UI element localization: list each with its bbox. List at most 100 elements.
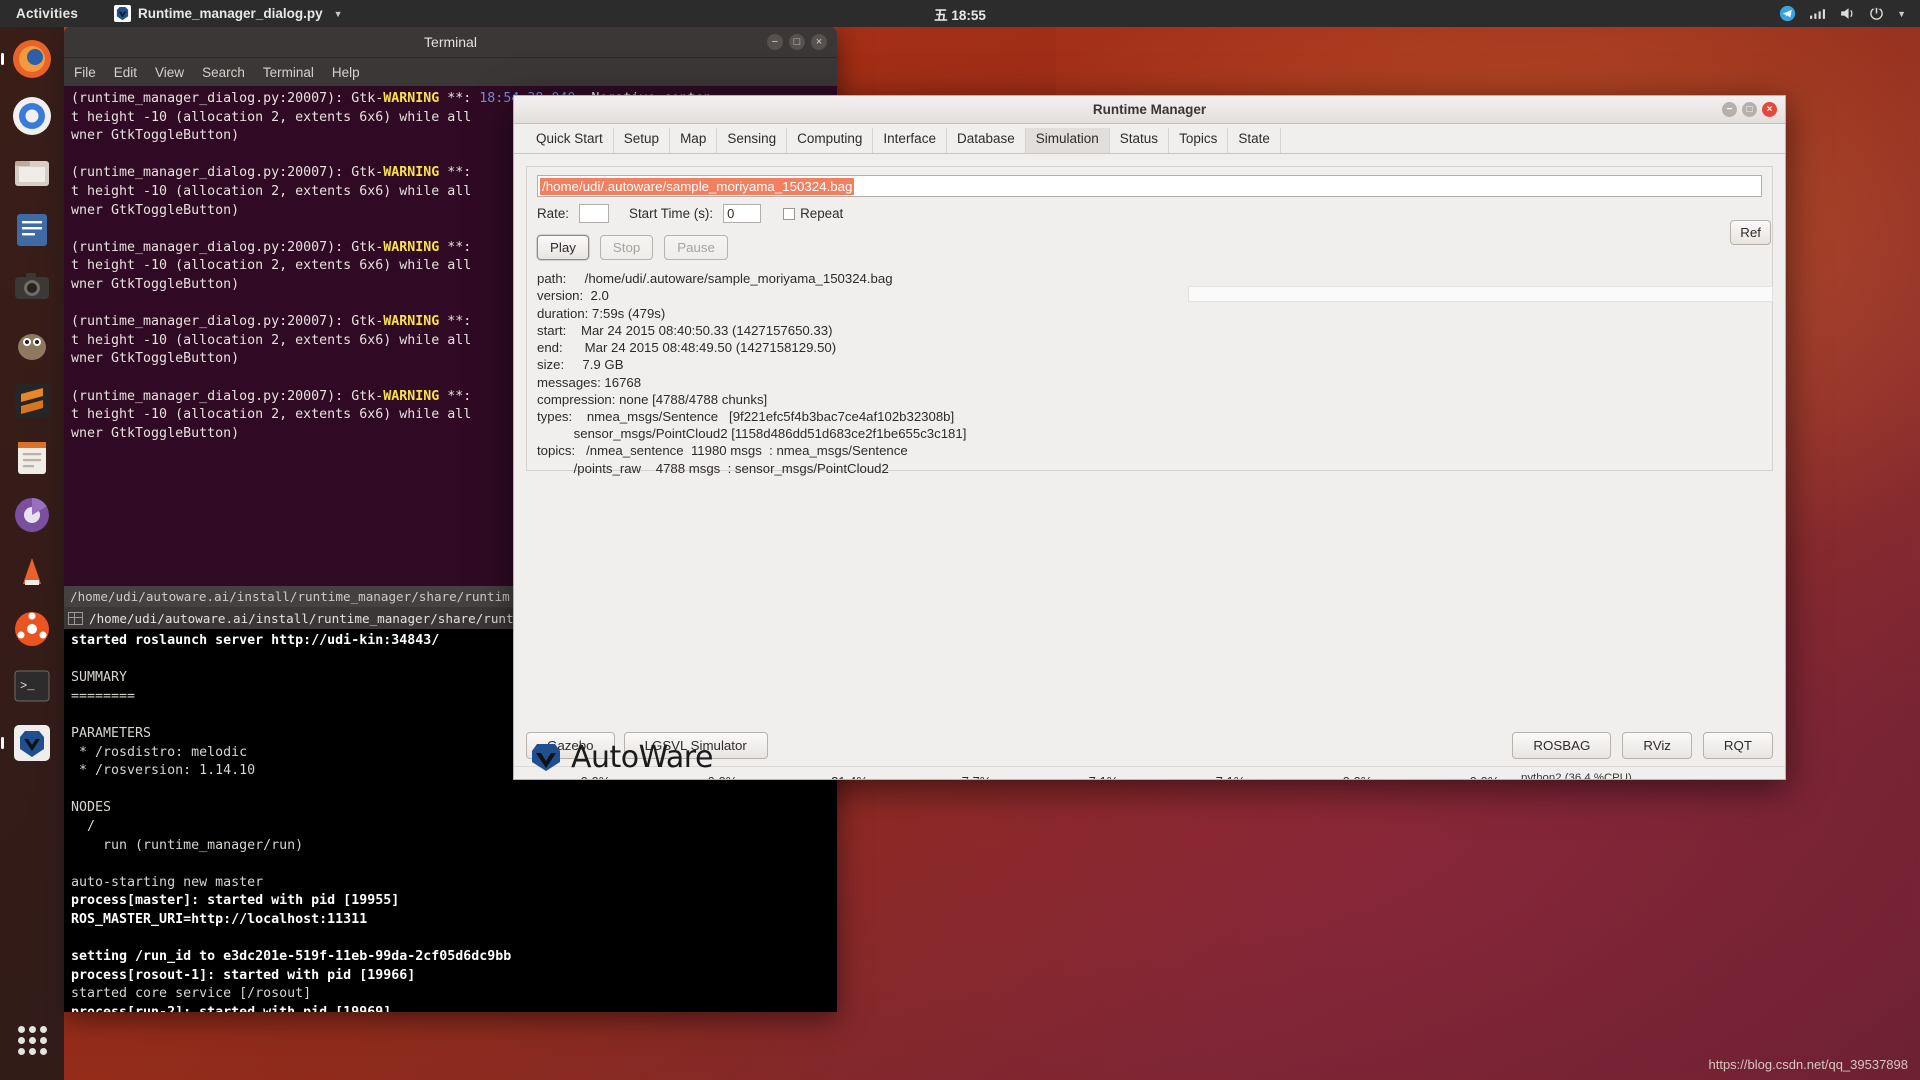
playback-progress-bar[interactable]	[1188, 286, 1773, 302]
clock[interactable]: 五 18:55	[934, 4, 986, 24]
minimize-icon[interactable]: −	[767, 34, 783, 50]
close-icon[interactable]: ×	[1762, 102, 1777, 117]
svg-text:>_: >_	[20, 679, 35, 693]
show-applications-icon[interactable]	[8, 1016, 56, 1064]
terminal-title: Terminal	[424, 34, 477, 50]
terminal-line: process[rosout-1]: started with pid [199…	[71, 967, 416, 983]
rviz-button[interactable]: RViz	[1622, 732, 1692, 760]
minimize-icon[interactable]: −	[1722, 102, 1737, 117]
dock-item-ubuntu-software[interactable]	[8, 605, 56, 653]
runtime-manager-tabbar[interactable]: Quick Start Setup Map Sensing Computing Inter…	[514, 124, 1785, 154]
terminal-line: process[run-2]: started with pid [19969]	[71, 1004, 832, 1012]
terminal-line: /	[71, 818, 96, 834]
tab-map[interactable]: Map	[670, 128, 718, 153]
rate-input[interactable]	[579, 204, 610, 223]
rosbag-button[interactable]: ROSBAG	[1512, 732, 1612, 760]
menu-view[interactable]: View	[155, 65, 184, 80]
network-icon[interactable]	[1809, 7, 1826, 20]
pause-button[interactable]: Pause	[664, 235, 728, 261]
top-panel: Activities Runtime_manager_dialog.py ▼ 五…	[0, 0, 1920, 27]
stop-button[interactable]: Stop	[599, 235, 654, 261]
chevron-down-icon[interactable]: ▼	[334, 9, 343, 19]
volume-icon[interactable]	[1839, 6, 1856, 21]
watermark: https://blog.csdn.net/qq_39537898	[1708, 1057, 1909, 1072]
runtime-manager-content: /home/udi/.autoware/sample_moriyama_1503…	[514, 154, 1785, 779]
close-icon[interactable]: ×	[811, 34, 827, 50]
playback-options-row: Rate: Start Time (s): 0 Repeat	[527, 197, 1772, 223]
terminal-window-controls[interactable]: − □ ×	[767, 34, 827, 50]
dock-item-autoware[interactable]	[8, 719, 56, 767]
bag-info-line: types: nmea_msgs/Sentence [9f221efc5f4b3…	[537, 408, 955, 424]
dock-item-sublime-text[interactable]	[8, 377, 56, 425]
menu-edit[interactable]: Edit	[114, 65, 137, 80]
maximize-icon[interactable]: □	[789, 34, 805, 50]
autoware-logo-icon	[532, 744, 560, 771]
terminal-tab-icon	[68, 611, 83, 625]
bag-info-line: sensor_msgs/PointCloud2 [1158d486dd51d68…	[537, 426, 967, 442]
play-button[interactable]: Play	[537, 235, 589, 261]
cpu-percent-label: 7.1%	[1089, 774, 1119, 779]
tab-interface[interactable]: Interface	[873, 128, 947, 153]
power-icon[interactable]	[1869, 6, 1884, 21]
dock-item-firefox[interactable]	[8, 35, 56, 83]
start-time-input[interactable]: 0	[723, 204, 762, 223]
dock-item-notes[interactable]	[8, 434, 56, 482]
autoware-icon	[114, 5, 132, 22]
cpu-percent-label: 0.0%	[1470, 774, 1500, 779]
launcher-dock[interactable]: >_	[0, 27, 64, 1080]
bag-info-line: duration: 7:59s (479s)	[537, 305, 666, 321]
telegram-icon[interactable]	[1779, 5, 1796, 22]
dock-item-vlc[interactable]	[8, 548, 56, 596]
tab-setup[interactable]: Setup	[614, 128, 671, 153]
dock-item-text-editor[interactable]	[8, 206, 56, 254]
cpu-percent-label: 7.7%	[962, 774, 992, 779]
runtime-manager-window-controls[interactable]: − □ ×	[1722, 102, 1777, 117]
menu-help[interactable]: Help	[332, 65, 360, 80]
tab-computing[interactable]: Computing	[787, 128, 874, 153]
dock-item-files[interactable]	[8, 149, 56, 197]
tab-state[interactable]: State	[1228, 128, 1281, 153]
activities-button[interactable]: Activities	[16, 6, 78, 21]
bag-info-line: /points_raw 4788 msgs : sensor_msgs/Poin…	[537, 460, 889, 476]
bag-info-line: messages: 16768	[537, 374, 642, 390]
tab-simulation[interactable]: Simulation	[1025, 128, 1110, 153]
runtime-manager-window[interactable]: Runtime Manager − □ × Quick Start Setup Ma…	[513, 95, 1786, 780]
dock-item-chromium[interactable]	[8, 92, 56, 140]
menu-search[interactable]: Search	[202, 65, 245, 80]
dock-item-photos[interactable]	[8, 491, 56, 539]
tab-sensing[interactable]: Sensing	[717, 128, 788, 153]
terminal-line: auto-starting new master	[71, 874, 264, 890]
chevron-down-icon[interactable]: ▼	[1897, 9, 1906, 19]
dock-item-camera[interactable]	[8, 263, 56, 311]
cpu-meter-cpu2: 21.4%CPU2	[786, 774, 913, 779]
maximize-icon[interactable]: □	[1742, 102, 1757, 117]
bag-info-line: topics: /nmea_sentence 11980 msgs : nmea…	[537, 443, 908, 459]
cpu-meter-cpu3: 7.7%CPU3	[913, 774, 1040, 779]
dock-item-terminal[interactable]: >_	[8, 662, 56, 710]
cpu-meter-cpu4: 7.1%CPU4	[1040, 774, 1167, 779]
menu-terminal[interactable]: Terminal	[263, 65, 314, 80]
active-app-menu[interactable]: Runtime_manager_dialog.py ▼	[114, 5, 343, 22]
tab-topics[interactable]: Topics	[1169, 128, 1229, 153]
menu-file[interactable]: File	[74, 65, 96, 80]
repeat-checkbox[interactable]	[783, 207, 796, 220]
tab-quick-start[interactable]: Quick Start	[526, 128, 614, 153]
tab-status[interactable]: Status	[1110, 128, 1170, 153]
system-tray[interactable]: ▼	[1779, 5, 1906, 22]
terminal-line: run (runtime_manager/run)	[71, 837, 304, 853]
bag-info-line: size: 7.9 GB	[537, 357, 624, 373]
bag-path-input[interactable]: /home/udi/.autoware/sample_moriyama_1503…	[537, 175, 1762, 197]
terminal-line: setting /run_id to e3dc201e-519f-11eb-99…	[71, 949, 512, 965]
playback-buttons-row: Play Stop Pause	[527, 223, 1772, 261]
cpu-percent-label: 7.1%	[1216, 774, 1246, 779]
rqt-button[interactable]: RQT	[1702, 732, 1773, 760]
rate-label: Rate:	[537, 206, 570, 221]
ref-button[interactable]: Ref	[1730, 220, 1771, 246]
dock-item-gimp[interactable]	[8, 320, 56, 368]
cpu-percent-label: 21.4%	[831, 774, 868, 779]
tab-database[interactable]: Database	[947, 128, 1026, 153]
terminal-menubar[interactable]: File Edit View Search Terminal Help	[64, 58, 837, 86]
simulation-panel: /home/udi/.autoware/sample_moriyama_1503…	[526, 166, 1773, 476]
